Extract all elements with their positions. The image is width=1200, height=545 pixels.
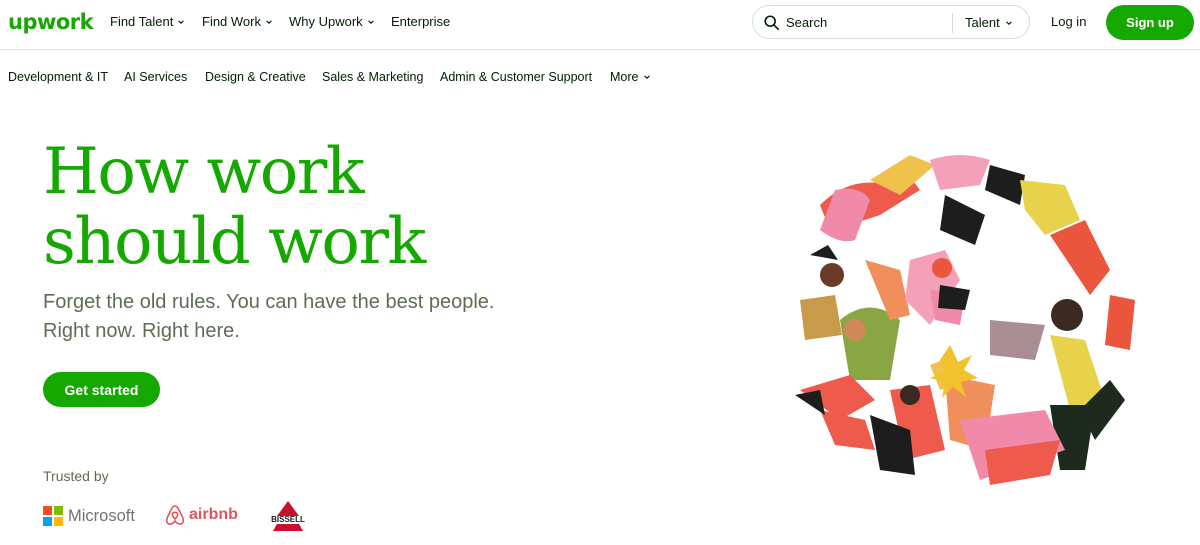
trusted-by-label: Trusted by [43,468,109,484]
chevron-down-icon [367,19,374,24]
airbnb-logo-text: airbnb [189,506,238,523]
bissell-logo: BISSELL [263,500,313,532]
nav-why-upwork-label: Why Upwork [289,14,363,29]
svg-text:BISSELL: BISSELL [271,515,305,524]
microsoft-logo: Microsoft [43,506,135,526]
search-bar[interactable]: Search Talent [752,5,1030,39]
hero-title-line-1: How work [43,135,365,209]
get-started-button[interactable]: Get started [43,372,160,407]
hero-title: How work should work [43,137,643,277]
nav-find-talent-label: Find Talent [110,14,174,29]
bissell-mark-icon: BISSELL [271,501,305,531]
nav-find-work[interactable]: Find Work [202,14,273,29]
category-development-it[interactable]: Development & IT [8,70,108,84]
hero-subtitle: Forget the old rules. You can have the b… [43,288,543,346]
login-link[interactable]: Log in [1051,14,1086,29]
hero-subtitle-line-1: Forget the old rules. You can have the b… [43,291,495,313]
nav-find-talent[interactable]: Find Talent [110,14,185,29]
chevron-down-icon [178,19,185,24]
airbnb-belo-icon [165,505,185,525]
upwork-logo[interactable]: upwork [8,10,94,34]
category-more[interactable]: More [610,70,651,84]
hero-title-line-2: should work [43,205,426,279]
category-sales-marketing[interactable]: Sales & Marketing [322,70,423,84]
hero-subtitle-line-2: Right now. Right here. [43,320,240,342]
microsoft-logo-text: Microsoft [68,506,135,525]
search-type-dropdown[interactable]: Talent [965,15,1013,30]
nav-enterprise-label: Enterprise [391,14,451,29]
nav-why-upwork[interactable]: Why Upwork [289,14,375,29]
search-divider [952,13,953,33]
search-type-label: Talent [965,15,1000,30]
category-admin-support[interactable]: Admin & Customer Support [440,70,592,84]
chevron-down-icon [266,19,272,24]
search-input[interactable]: Search [786,15,827,30]
chevron-down-icon [1005,20,1012,25]
signup-button[interactable]: Sign up [1106,5,1194,40]
top-navigation: upwork Find Talent Find Work Why Upwork … [0,0,1200,50]
category-design-creative[interactable]: Design & Creative [205,70,306,84]
microsoft-grid-icon [43,506,63,526]
category-more-label: More [610,70,639,84]
nav-enterprise[interactable]: Enterprise [391,14,450,29]
chevron-down-icon [644,75,651,79]
category-ai-services[interactable]: AI Services [124,70,187,84]
nav-find-work-label: Find Work [202,14,261,29]
hero-illustration [788,154,1135,490]
airbnb-logo: airbnb [165,504,238,526]
search-icon [764,15,780,31]
